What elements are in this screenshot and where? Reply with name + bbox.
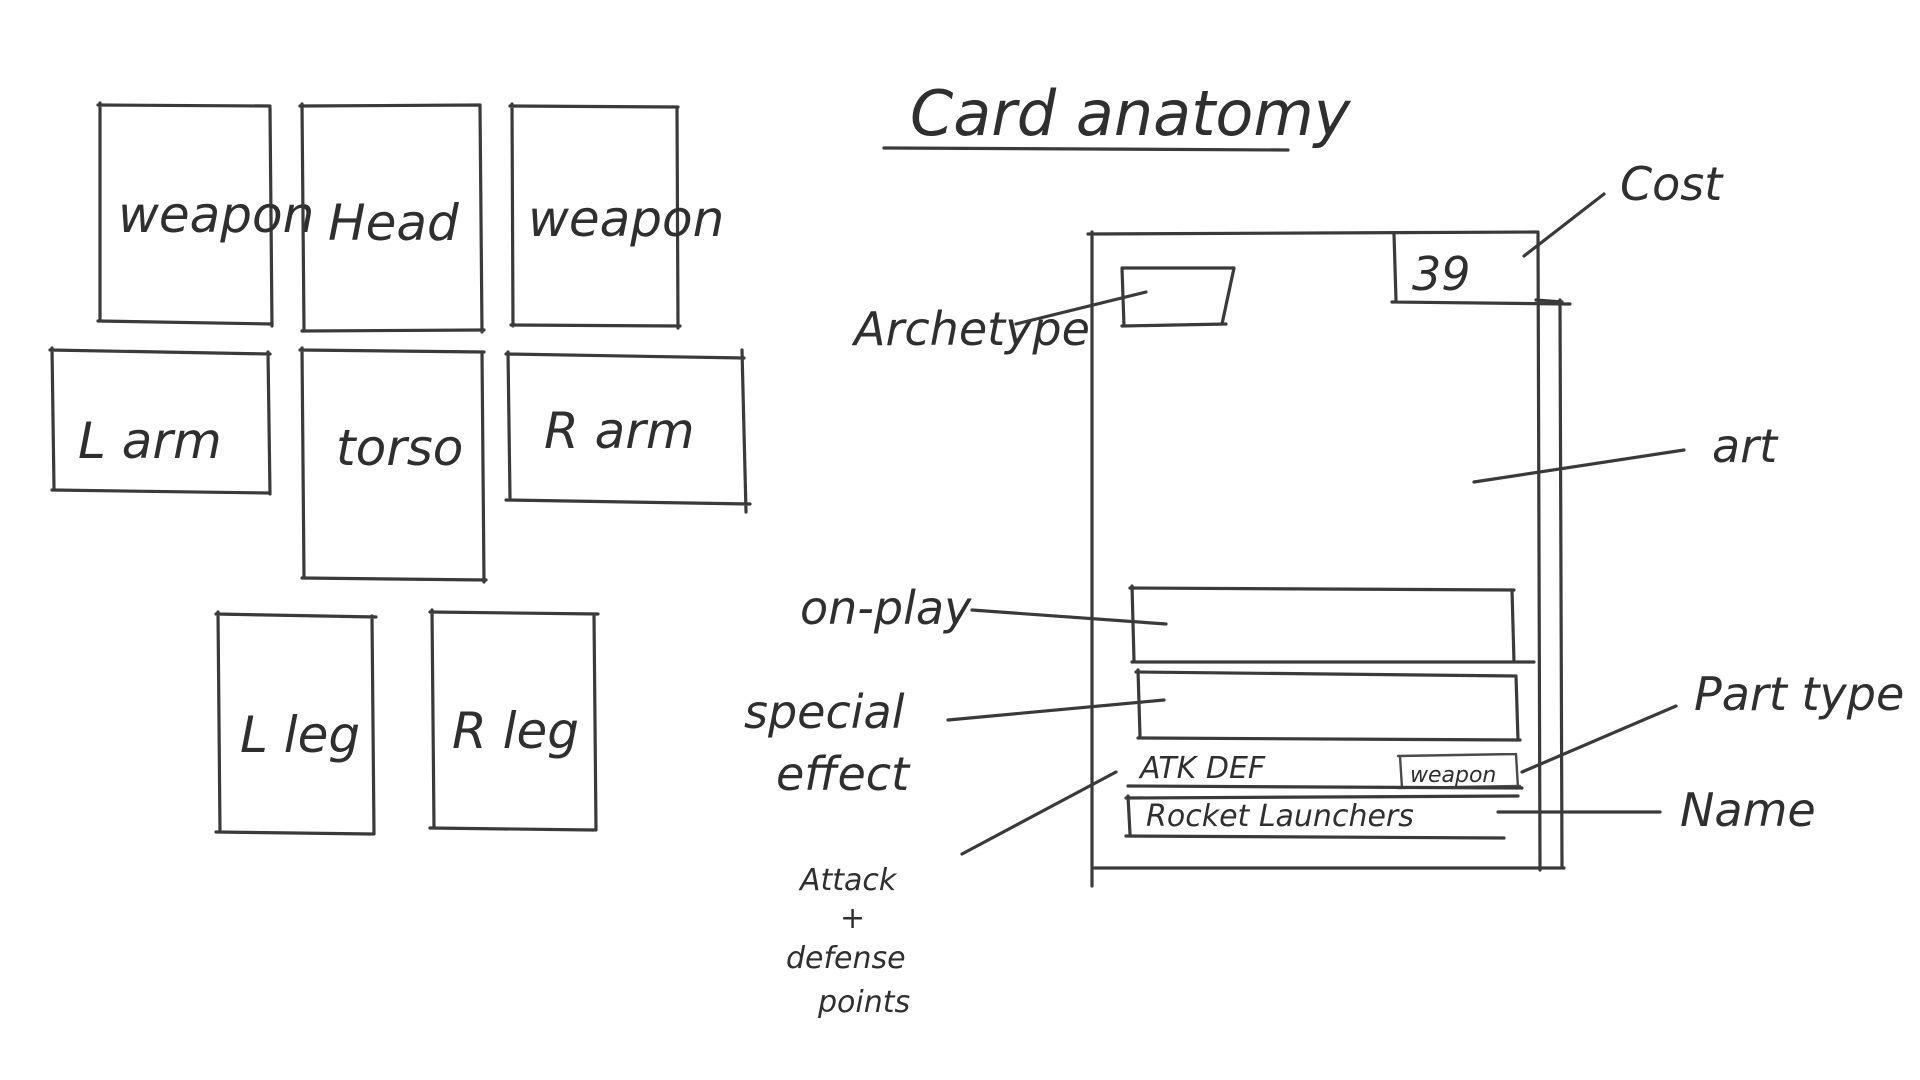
callout-attack-defense-line4: points [817, 985, 910, 1020]
card-design-sketch: weapon Head weapon L arm torso R arm L l… [48, 77, 1904, 1020]
callout-part-type: Part type [1694, 667, 1904, 721]
callout-attack-defense-line2: + [840, 901, 865, 936]
on-play-box [1128, 584, 1536, 664]
callout-on-play: on-play [800, 581, 972, 635]
leader-special-effect [946, 698, 1166, 722]
card-anatomy-section: Card anatomy 39 ATK DEF weapon Rocket La… [744, 77, 1904, 1020]
slot-head-label: Head [328, 194, 459, 252]
title-underline [882, 146, 1290, 152]
callout-special-effect-line1: special [744, 685, 905, 739]
slot-torso-label: torso [336, 419, 463, 477]
callout-cost: Cost [1620, 157, 1724, 211]
slot-weapon-left: weapon [96, 101, 314, 328]
part-layout-grid: weapon Head weapon L arm torso R arm L l… [48, 101, 752, 836]
callout-archetype: Archetype [851, 302, 1090, 356]
slot-right-leg: R leg [428, 608, 600, 832]
slot-right-arm: R arm [504, 348, 752, 514]
slot-weapon-right: weapon [508, 102, 724, 330]
part-type-value: weapon [1410, 763, 1496, 788]
slot-torso: torso [298, 346, 488, 584]
slot-left-arm: L arm [48, 346, 272, 496]
callout-art: art [1712, 419, 1779, 473]
leader-art [1472, 448, 1686, 484]
callout-special-effect-line2: effect [776, 747, 911, 801]
slot-right-leg-label: R leg [452, 702, 579, 760]
cost-value: 39 [1412, 247, 1471, 301]
slot-weapon-right-label: weapon [528, 190, 724, 248]
slot-left-leg: L leg [214, 610, 378, 836]
callout-attack-defense-line1: Attack [798, 863, 898, 898]
slot-left-arm-label: L arm [78, 412, 222, 470]
special-effect-box [1134, 668, 1522, 742]
name-value: Rocket Launchers [1146, 799, 1414, 834]
slot-right-arm-label: R arm [544, 402, 695, 460]
leader-part-type [1520, 704, 1678, 774]
slot-weapon-left-label: weapon [118, 186, 314, 244]
leader-cost [1522, 192, 1606, 258]
slot-head: Head [298, 102, 486, 334]
archetype-box [1120, 266, 1236, 328]
stats-label: ATK DEF [1138, 751, 1266, 786]
callout-name: Name [1680, 783, 1816, 837]
leader-on-play [970, 608, 1168, 626]
stats-divider [1126, 784, 1524, 790]
card-anatomy-title: Card anatomy [910, 77, 1352, 150]
slot-left-leg-label: L leg [240, 706, 360, 764]
callout-attack-defense-line3: defense [786, 941, 906, 976]
